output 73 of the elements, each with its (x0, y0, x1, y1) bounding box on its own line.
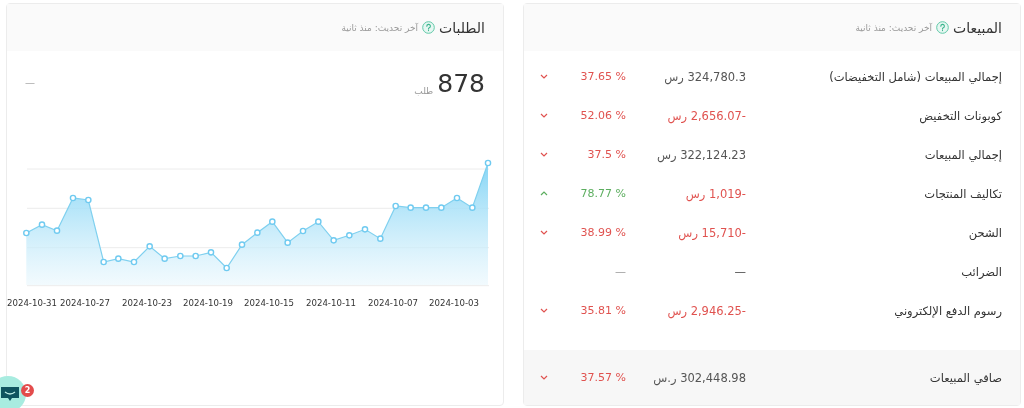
metric-change: 37.5 % (586, 148, 626, 161)
metric-label: الضرائب (960, 264, 1002, 279)
data-point (177, 252, 184, 260)
metric-label: رسوم الدفع الإلكتروني (893, 303, 1002, 318)
order-count: 878 (437, 69, 485, 99)
metric-change: 35.81 % (579, 304, 626, 317)
metric-value: 322,124.23 رس (655, 147, 746, 162)
data-point (392, 202, 399, 210)
data-point (146, 243, 153, 250)
axis-label: 2024-10-19 (183, 298, 233, 308)
comparison-value: — (25, 76, 35, 88)
data-point (284, 239, 291, 246)
data-point (438, 204, 445, 211)
data-point (315, 218, 322, 225)
metric-change: 37.57 % (579, 371, 626, 384)
data-point (469, 204, 476, 211)
metric-change: 78.77 % (579, 187, 626, 200)
axis-label: 2024-10-07 (368, 298, 418, 308)
data-point (269, 218, 276, 225)
metric-label: كوبونات التخفيض (918, 108, 1002, 123)
help-icon[interactable] (936, 21, 950, 34)
metric-value: -2,656.07 رس (666, 108, 746, 123)
metric-change: 52.06 % (579, 109, 626, 122)
data-point (53, 227, 61, 234)
metric-change: — (614, 265, 626, 278)
update-time: آخر تحديث: منذ ثانية (341, 22, 419, 33)
metric-label: الشحن (967, 225, 1002, 240)
data-point (130, 258, 138, 266)
data-point (23, 229, 30, 237)
metric-change: 38.99 % (579, 226, 626, 239)
metric-value: -2,946.25 رس (666, 303, 746, 318)
data-point (100, 258, 107, 266)
chat-icon (1, 387, 19, 401)
metric-change: 37.65 % (579, 70, 626, 83)
data-point (453, 194, 461, 202)
axis-label: 2024-10-11 (306, 298, 356, 308)
data-point (238, 241, 246, 248)
data-point (484, 159, 492, 167)
metric-label: إجمالي المبيعات (923, 147, 1002, 162)
metric-label: تكاليف المنتجات (923, 186, 1002, 201)
card-title: الطلبات (439, 19, 485, 36)
data-point (85, 196, 92, 204)
data-point (299, 227, 307, 235)
axis-label: 2024-10-27 (60, 298, 110, 308)
data-point (422, 204, 430, 211)
data-point (254, 229, 261, 236)
data-point (346, 232, 353, 239)
data-point (192, 252, 199, 260)
metric-value: -1,019 رس (684, 186, 746, 201)
axis-label: 2024-10-15 (244, 298, 294, 308)
metric-value: 302,448.98 ر.س (652, 370, 746, 385)
data-point (38, 221, 46, 228)
data-point (207, 249, 215, 256)
metric-value: 324,780.3 رس (663, 69, 746, 84)
data-point (330, 237, 337, 244)
axis-label: 2024-10-03 (429, 298, 479, 308)
axis-label: 2024-10-31 (7, 298, 57, 308)
data-point (377, 235, 384, 242)
data-point (407, 204, 414, 211)
data-point (115, 255, 122, 262)
help-icon[interactable] (422, 21, 436, 34)
metric-label: إجمالي المبيعات (شامل التخفيضات) (828, 69, 1002, 84)
data-point (361, 226, 369, 233)
metric-value: — (733, 264, 746, 279)
data-point (223, 264, 230, 272)
metric-label: صافي المبيعات (928, 370, 1002, 385)
axis-label: 2024-10-23 (122, 298, 172, 308)
card-title: المبيعات (953, 19, 1002, 36)
count-unit: طلب (414, 85, 434, 98)
data-point (69, 194, 77, 202)
metric-value: -15,710 رس (677, 225, 746, 240)
update-time: آخر تحديث: منذ ثانية (855, 22, 933, 33)
data-point (161, 255, 168, 262)
